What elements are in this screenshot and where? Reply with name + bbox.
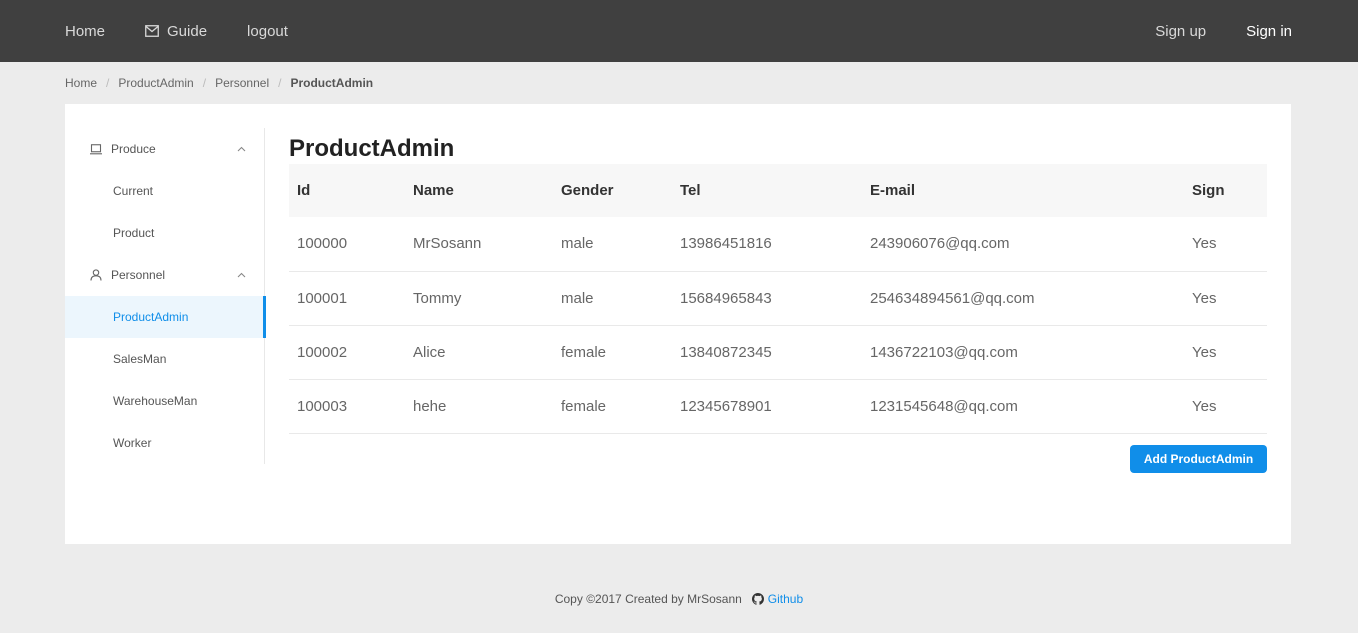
cell-sign: Yes	[1192, 289, 1217, 307]
productadmin-table: Id Name Gender Tel E-mail Sign 100000 Mr…	[289, 164, 1267, 434]
github-icon	[751, 592, 764, 605]
content-area: ProductAdmin Id Name Gender Tel E-mail S…	[289, 134, 1267, 473]
column-header-id: Id	[297, 182, 311, 199]
cell-gender: male	[561, 235, 594, 253]
cell-gender: female	[561, 343, 607, 361]
sidebar-group-produce[interactable]: Produce	[65, 128, 264, 170]
footer-copyright: Copy ©2017 Created by MrSosann	[554, 591, 742, 606]
nav-home-link[interactable]: Home	[65, 23, 105, 40]
breadcrumb-home[interactable]: Home	[65, 76, 97, 90]
cell-sign: Yes	[1192, 343, 1217, 361]
sidebar-menu: Produce Current Product Personnel Produc…	[65, 128, 266, 464]
laptop-icon	[90, 143, 102, 154]
breadcrumb-separator: /	[278, 76, 282, 90]
table-row: 100000 MrSosann male 13986451816 2439060…	[289, 217, 1267, 271]
column-header-gender: Gender	[561, 182, 614, 199]
cell-name: Alice	[413, 343, 446, 361]
nav-logout-link[interactable]: logout	[247, 23, 288, 40]
breadcrumb: Home / ProductAdmin / Personnel / Produc…	[0, 62, 1358, 104]
breadcrumb-current: ProductAdmin	[290, 76, 374, 90]
cell-name: hehe	[413, 397, 447, 415]
sidebar-item-warehouseman[interactable]: WarehouseMan	[65, 380, 264, 422]
add-productadmin-button[interactable]: Add ProductAdmin	[1130, 444, 1267, 473]
user-icon	[90, 269, 102, 281]
breadcrumb-separator: /	[106, 76, 110, 90]
column-header-name: Name	[413, 182, 454, 199]
page-title: ProductAdmin	[289, 135, 455, 162]
cell-gender: male	[561, 289, 594, 307]
column-header-sign: Sign	[1192, 182, 1225, 199]
sidebar-group-personnel[interactable]: Personnel	[65, 254, 264, 296]
nav-signup-link[interactable]: Sign up	[1155, 23, 1206, 40]
cell-id: 100002	[297, 343, 348, 361]
sidebar-item-productadmin[interactable]: ProductAdmin	[65, 296, 266, 338]
breadcrumb-separator: /	[202, 76, 207, 90]
cell-id: 100001	[297, 289, 348, 307]
sidebar-group-label: Produce	[111, 142, 156, 156]
cell-id: 100000	[297, 235, 348, 253]
cell-tel: 12345678901	[680, 397, 772, 415]
footer-github-label: Github	[767, 591, 804, 606]
column-header-tel: Tel	[680, 182, 701, 199]
sidebar-item-salesman[interactable]: SalesMan	[65, 338, 264, 380]
cell-id: 100003	[297, 397, 348, 415]
cell-email: 254634894561@qq.com	[870, 289, 1035, 307]
nav-right: Sign up Sign in	[1115, 0, 1292, 62]
sidebar-item-product[interactable]: Product	[65, 212, 264, 254]
table-row: 100002 Alice female 13840872345 14367221…	[289, 325, 1267, 379]
sidebar-group-label: Personnel	[111, 268, 166, 282]
table-row: 100003 hehe female 12345678901 123154564…	[289, 379, 1267, 433]
table-header-row: Id Name Gender Tel E-mail Sign	[289, 164, 1267, 217]
nav-guide-link[interactable]: Guide	[145, 23, 207, 40]
cell-tel: 15684965843	[680, 289, 772, 307]
table-row: 100001 Tommy male 15684965843 2546348945…	[289, 271, 1267, 325]
sidebar-item-current[interactable]: Current	[65, 170, 264, 212]
nav-guide-label: Guide	[167, 22, 208, 40]
cell-tel: 13986451816	[680, 235, 772, 253]
nav-left: Home Guide logout	[65, 0, 328, 62]
breadcrumb-personnel[interactable]: Personnel	[215, 76, 269, 90]
table-actions: Add ProductAdmin	[289, 444, 1267, 473]
cell-gender: female	[561, 397, 607, 415]
mail-icon	[145, 25, 159, 37]
cell-email: 243906076@qq.com	[870, 235, 1010, 253]
cell-tel: 13840872345	[680, 343, 772, 361]
cell-name: Tommy	[413, 289, 462, 307]
sidebar-item-worker[interactable]: Worker	[65, 422, 264, 464]
cell-email: 1231545648@qq.com	[870, 397, 1018, 415]
footer: Copy ©2017 Created by MrSosann Github	[0, 564, 1358, 633]
breadcrumb-productadmin[interactable]: ProductAdmin	[118, 76, 193, 90]
main-card: Produce Current Product Personnel Produc…	[65, 104, 1291, 544]
nav-signin-link[interactable]: Sign in	[1246, 23, 1292, 40]
top-navbar: Home Guide logout Sign up Sign in	[0, 0, 1358, 62]
cell-name: MrSosann	[413, 235, 482, 253]
footer-github-link[interactable]: Github	[751, 591, 804, 606]
chevron-up-icon	[237, 146, 246, 152]
column-header-email: E-mail	[870, 182, 916, 199]
cell-sign: Yes	[1192, 235, 1217, 253]
chevron-up-icon	[237, 272, 246, 278]
cell-sign: Yes	[1192, 397, 1217, 415]
cell-email: 1436722103@qq.com	[870, 343, 1018, 361]
